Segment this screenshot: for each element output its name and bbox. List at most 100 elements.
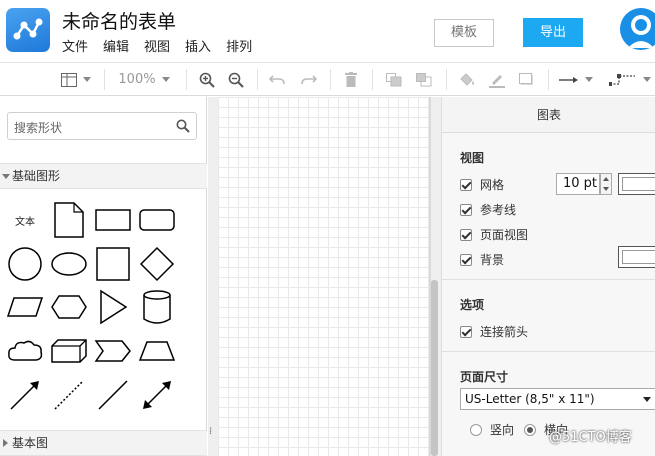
landscape-radio[interactable] xyxy=(524,423,536,436)
search-icon[interactable] xyxy=(176,119,190,133)
background-color-picker[interactable] xyxy=(618,246,655,268)
zoom-level: 100% xyxy=(118,72,156,87)
shape-diamond[interactable] xyxy=(136,243,178,285)
template-button[interactable]: 模板 xyxy=(434,19,494,47)
page-view-option[interactable]: 页面视图 xyxy=(460,226,528,243)
to-front-icon xyxy=(386,72,402,86)
portrait-radio[interactable] xyxy=(470,423,482,436)
guides-option[interactable]: 参考线 xyxy=(460,201,516,218)
zoom-select[interactable]: 100% xyxy=(112,63,176,96)
connection-style-select[interactable] xyxy=(556,63,596,96)
shape-ellipse[interactable] xyxy=(48,243,90,285)
grid-option[interactable]: 网格 xyxy=(460,176,504,193)
shape-arrow-line[interactable] xyxy=(4,374,46,416)
zoom-in-button[interactable] xyxy=(196,63,218,96)
diagram-canvas[interactable] xyxy=(208,97,441,456)
shape-document[interactable] xyxy=(48,199,90,241)
circle-shape-icon xyxy=(8,247,42,281)
shape-dotted-line[interactable] xyxy=(48,374,90,416)
page-view-checkbox[interactable] xyxy=(460,228,472,241)
shape-text[interactable]: 文本 xyxy=(4,199,46,241)
page-size-heading: 页面尺寸 xyxy=(460,370,509,384)
portrait-option[interactable]: 竖向 xyxy=(470,421,514,438)
cloud-shape-icon xyxy=(8,340,43,361)
search-placeholder: 搜索形状 xyxy=(14,121,63,135)
parallelogram-shape-icon xyxy=(6,297,44,317)
shape-step[interactable] xyxy=(92,330,134,372)
redo-button[interactable] xyxy=(298,63,320,96)
dotted-line-icon xyxy=(54,380,84,410)
shape-cube[interactable] xyxy=(48,330,90,372)
redo-icon xyxy=(301,74,317,84)
canvas-vertical-scrollbar[interactable] xyxy=(431,280,438,456)
line-icon xyxy=(98,380,128,410)
shape-circle[interactable] xyxy=(4,243,46,285)
zoom-out-button[interactable] xyxy=(225,63,247,96)
toolbar: 100% xyxy=(0,62,655,96)
delete-button[interactable] xyxy=(340,63,362,96)
export-button[interactable]: 导出 xyxy=(523,18,583,47)
shape-bidirectional-arrow[interactable] xyxy=(136,374,178,416)
menu-edit[interactable]: 编辑 xyxy=(103,36,129,55)
shape-hexagon[interactable] xyxy=(48,286,90,328)
cylinder-shape-icon xyxy=(143,290,171,324)
shadow-icon xyxy=(519,72,533,85)
trash-icon xyxy=(345,72,357,87)
document-title[interactable]: 未命名的表单 xyxy=(62,7,176,34)
header: 未命名的表单 文件 编辑 视图 插入 排列 模板 导出 xyxy=(0,0,655,62)
waypoints-select[interactable] xyxy=(604,63,655,96)
user-avatar-icon xyxy=(628,15,654,48)
menu-file[interactable]: 文件 xyxy=(62,36,88,55)
connection-arrows-option[interactable]: 连接箭头 xyxy=(460,323,528,340)
line-color-button[interactable] xyxy=(486,63,508,96)
shadow-button[interactable] xyxy=(516,63,538,96)
menu-arrange[interactable]: 排列 xyxy=(226,36,252,55)
shape-trapezoid[interactable] xyxy=(136,330,178,372)
format-panel-toggle[interactable] xyxy=(56,63,96,96)
connection-arrows-checkbox[interactable] xyxy=(460,325,472,338)
shape-cloud[interactable] xyxy=(4,330,46,372)
shape-triangle[interactable] xyxy=(92,286,134,328)
shape-rectangle[interactable] xyxy=(92,199,134,241)
guides-checkbox[interactable] xyxy=(460,203,472,216)
shape-square[interactable] xyxy=(92,243,134,285)
bidirectional-arrow-icon xyxy=(143,381,171,409)
shape-parallelogram[interactable] xyxy=(4,286,46,328)
background-checkbox[interactable] xyxy=(460,253,472,266)
search-shapes-input[interactable]: 搜索形状 xyxy=(7,112,197,140)
fill-color-button[interactable] xyxy=(456,63,478,96)
shapes-sidebar: 搜索形状 基础图形 文本 基本图 xyxy=(0,97,207,456)
grid-size-stepper-icon[interactable] xyxy=(600,173,612,195)
grid-color-picker[interactable] xyxy=(618,173,655,195)
trapezoid-shape-icon xyxy=(138,341,176,361)
sidebar-resize-grip-icon[interactable]: ⁞ xyxy=(209,426,212,437)
rounded-rectangle-shape-icon xyxy=(139,209,175,231)
arrow-right-icon xyxy=(559,76,578,83)
background-option[interactable]: 背景 xyxy=(460,251,504,268)
pen-icon xyxy=(489,74,505,88)
arrow-line-icon xyxy=(10,381,39,410)
shape-cylinder[interactable] xyxy=(136,286,178,328)
to-front-button[interactable] xyxy=(382,63,406,96)
menu-insert[interactable]: 插入 xyxy=(185,36,211,55)
zoom-in-icon xyxy=(199,72,215,88)
canvas-page-grid[interactable] xyxy=(218,97,431,456)
undo-icon xyxy=(269,74,285,84)
ellipse-shape-icon xyxy=(51,252,87,276)
shape-line[interactable] xyxy=(92,374,134,416)
page-size-select[interactable]: US-Letter (8,5" x 11") xyxy=(460,388,655,410)
zoom-out-icon xyxy=(228,72,244,88)
section-basic-shapes[interactable]: 基础图形 xyxy=(0,163,207,189)
cube-shape-icon xyxy=(51,339,87,363)
menu-view[interactable]: 视图 xyxy=(144,36,170,55)
grid-size-input[interactable]: 10 pt xyxy=(556,173,600,195)
shape-rounded-rectangle[interactable] xyxy=(136,199,178,241)
grid-checkbox[interactable] xyxy=(460,178,472,191)
user-avatar[interactable] xyxy=(620,8,655,50)
hexagon-shape-icon xyxy=(51,295,87,319)
to-back-button[interactable] xyxy=(412,63,436,96)
undo-button[interactable] xyxy=(266,63,288,96)
diamond-shape-icon xyxy=(139,246,175,282)
tab-diagram[interactable]: 图表 xyxy=(442,97,655,133)
section-basic-diagram[interactable]: 基本图 xyxy=(0,430,207,456)
